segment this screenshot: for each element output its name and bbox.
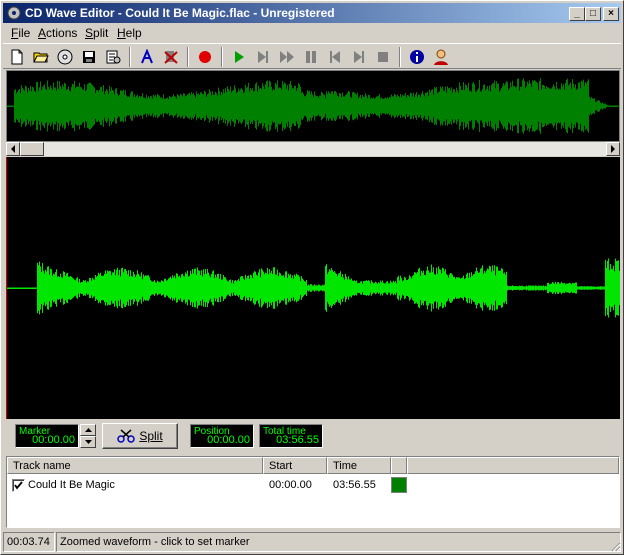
properties-icon[interactable] [103, 47, 123, 67]
table-row[interactable]: Could It Be Magic 00:00.00 03:56.55 [7, 476, 619, 496]
toolbar-separator [221, 47, 223, 67]
column-header-filler [407, 457, 619, 474]
menu-split[interactable]: Split [85, 26, 108, 40]
position-display: Position 00:00.00 [190, 424, 254, 448]
column-header-start[interactable]: Start [263, 457, 327, 474]
minimize-button[interactable]: _ [569, 7, 585, 21]
status-time: 00:03.74 [3, 532, 55, 552]
save-icon[interactable] [79, 47, 99, 67]
toolbar-separator [399, 47, 401, 67]
new-file-icon[interactable] [7, 47, 27, 67]
checkmark-icon [14, 481, 23, 490]
stop-icon[interactable] [373, 47, 393, 67]
cd-icon[interactable] [55, 47, 75, 67]
overview-waveform-graphic [7, 78, 619, 134]
play-to-marker-icon[interactable] [253, 47, 273, 67]
track-time: 03:56.55 [333, 479, 376, 491]
close-button[interactable]: × [603, 7, 619, 21]
delete-marker-icon[interactable] [161, 47, 181, 67]
fast-forward-icon[interactable] [277, 47, 297, 67]
column-header-color[interactable] [391, 457, 407, 474]
toolbar [3, 43, 621, 69]
open-folder-icon[interactable] [31, 47, 51, 67]
arrow-right-icon [611, 145, 615, 153]
menu-actions[interactable]: Actions [38, 26, 77, 40]
record-icon[interactable] [195, 47, 215, 67]
scroll-right-button[interactable] [606, 142, 620, 156]
app-icon [7, 6, 21, 20]
window-title: CD Wave Editor - Could It Be Magic.flac … [25, 6, 335, 20]
marker-display: Marker 00:00.00 [15, 424, 79, 448]
status-message: Zoomed waveform - click to set marker [56, 532, 621, 552]
scroll-left-button[interactable] [6, 142, 20, 156]
scroll-thumb[interactable] [20, 142, 44, 156]
play-icon[interactable] [229, 47, 249, 67]
menu-file[interactable]: File [11, 26, 30, 40]
scissors-icon [117, 429, 136, 443]
marker-spin-up[interactable] [80, 424, 96, 436]
resize-grip-icon[interactable] [609, 540, 621, 552]
track-checkbox[interactable] [12, 479, 25, 492]
arrow-left-icon [11, 145, 15, 153]
marker-value: 00:00.00 [32, 434, 75, 446]
app-window: CD Wave Editor - Could It Be Magic.flac … [0, 0, 624, 555]
split-label: Split [139, 429, 163, 443]
track-list: Track name Start Time Could It Be Magic … [6, 456, 620, 528]
marker-spin-down[interactable] [80, 436, 96, 448]
pause-icon[interactable] [301, 47, 321, 67]
maximize-button[interactable]: □ [585, 7, 601, 21]
track-start: 00:00.00 [269, 479, 312, 491]
zoomed-waveform[interactable] [6, 157, 620, 419]
arrow-up-icon [84, 428, 92, 432]
track-name: Could It Be Magic [28, 479, 115, 491]
overview-waveform[interactable] [6, 70, 620, 142]
position-value: 00:00.00 [207, 434, 250, 446]
auto-split-icon[interactable] [137, 47, 157, 67]
info-icon[interactable] [407, 47, 427, 67]
total-time-value: 03:56.55 [276, 434, 319, 446]
previous-marker-icon[interactable] [325, 47, 345, 67]
track-color-swatch[interactable] [391, 477, 407, 493]
register-icon[interactable] [431, 47, 451, 67]
toolbar-separator [129, 47, 131, 67]
control-bar: Marker 00:00.00 Split Position 00:00.00 … [6, 420, 620, 452]
next-marker-icon[interactable] [349, 47, 369, 67]
menu-help[interactable]: Help [117, 26, 142, 40]
split-button[interactable]: Split [102, 423, 178, 449]
column-header-time[interactable]: Time [327, 457, 391, 474]
title-bar[interactable]: CD Wave Editor - Could It Be Magic.flac … [3, 3, 621, 23]
toolbar-separator [187, 47, 189, 67]
zoomed-waveform-graphic [7, 258, 620, 318]
status-bar: 00:03.74 Zoomed waveform - click to set … [3, 532, 621, 552]
menu-bar: File Actions Split Help [3, 24, 621, 42]
arrow-down-icon [84, 440, 92, 444]
total-time-display: Total time 03:56.55 [259, 424, 323, 448]
column-header-track-name[interactable]: Track name [7, 457, 263, 474]
horizontal-scrollbar[interactable] [6, 142, 620, 156]
